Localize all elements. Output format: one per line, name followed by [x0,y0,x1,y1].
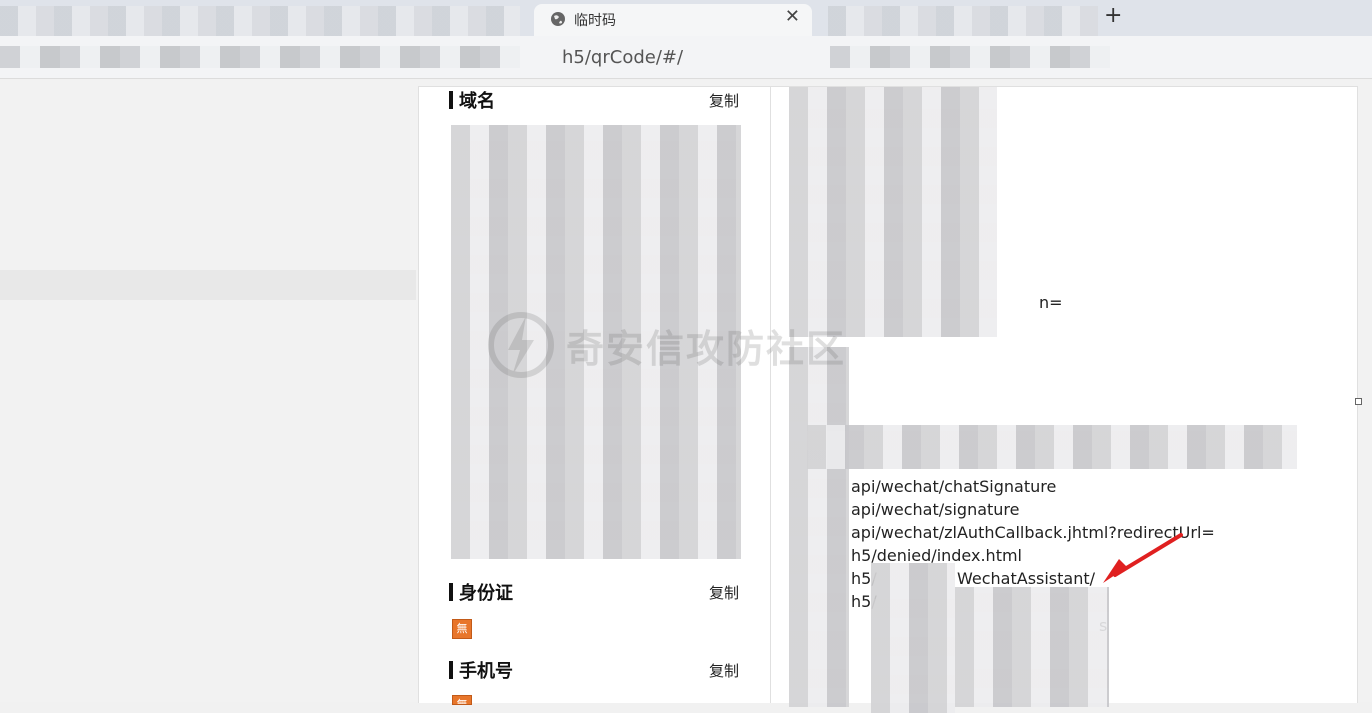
phone-copy-button[interactable]: 复制 [709,660,739,681]
title-bar-icon [449,583,453,601]
info-panel: 域名 复制 身份证 复制 無 手机号 复制 無 [418,86,772,705]
phone-title-text: 手机号 [459,661,513,682]
phone-section-title: 手机号 [449,657,513,683]
blurred-api-gutter [789,347,849,707]
scrollbar-handle[interactable] [1355,398,1362,405]
tab-title: 临时码 [574,13,616,29]
domain-section-title: 域名 [449,87,495,113]
active-tab[interactable]: 临时码 ✕ [534,4,812,36]
title-bar-icon [449,661,453,679]
blurred-address-right [830,46,1110,68]
id-card-title-text: 身份证 [459,583,513,604]
api-panel: n= api/wechat/chatSignature api/wechat/s… [770,86,1358,713]
blurred-api-top [789,87,997,337]
close-icon[interactable]: ✕ [785,7,800,27]
left-highlight-strip [0,270,416,300]
address-bar[interactable]: h5/qrCode/#/ [0,36,1372,79]
watermark: 奇安信攻防社区 [486,310,846,380]
blurred-api-mid [807,425,1297,469]
domain-title-text: 域名 [459,91,495,112]
api-line: api/wechat/chatSignature [851,477,1057,496]
address-text[interactable]: h5/qrCode/#/ [562,47,683,68]
blurred-tabs[interactable] [0,6,520,36]
api-line: WechatAssistant/ [957,569,1096,588]
blurred-bookmarks [0,46,520,68]
blurred-api-bottom-2 [955,587,1109,707]
domain-copy-button[interactable]: 复制 [709,90,739,111]
blurred-api-bottom [871,563,955,713]
watermark-text: 奇安信攻防社区 [566,326,847,371]
no-data-icon: 無 [452,619,472,639]
no-data-icon: 無 [452,695,472,705]
blurred-tabs-right[interactable] [828,6,1098,36]
new-tab-button[interactable]: + [1104,2,1122,30]
tab-strip: 临时码 ✕ + [0,0,1372,36]
globe-icon [551,12,565,26]
id-card-section-title: 身份证 [449,579,513,605]
page-content: 域名 复制 身份证 复制 無 手机号 复制 無 n= api/wechat/ch… [0,80,1372,713]
api-partial-line: n= [1039,293,1063,312]
watermark-logo-icon [488,312,554,378]
id-card-copy-button[interactable]: 复制 [709,582,739,603]
api-line: api/wechat/signature [851,500,1020,519]
red-arrow-icon [1103,533,1183,583]
title-bar-icon [449,91,453,109]
